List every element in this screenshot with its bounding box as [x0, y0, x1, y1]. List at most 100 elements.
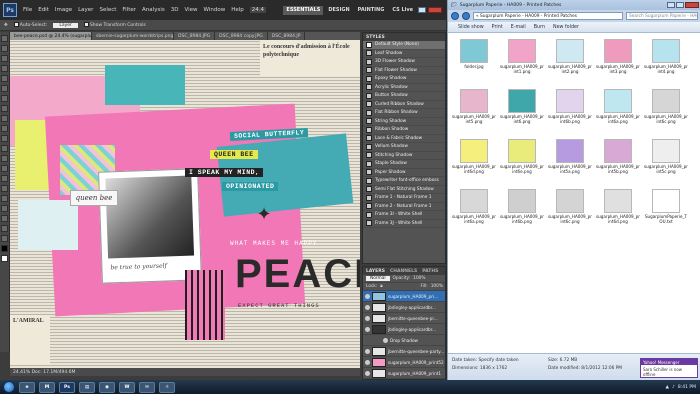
- taskbar-app-photoshop[interactable]: Ps: [59, 381, 75, 393]
- menu-view[interactable]: View: [184, 7, 197, 13]
- taskbar-app-other[interactable]: ☼: [159, 381, 175, 393]
- eye-icon[interactable]: [365, 315, 370, 321]
- lasso-tool-icon[interactable]: [1, 55, 8, 62]
- healing-brush-tool-icon[interactable]: [1, 95, 8, 102]
- layer-row[interactable]: jbdingley-applicardbr...: [363, 302, 445, 313]
- menu-window[interactable]: Window: [204, 7, 226, 13]
- menu-file[interactable]: File: [23, 7, 32, 13]
- tab-layers[interactable]: LAYERS: [366, 269, 385, 274]
- file-item[interactable]: sugarplum_HA009_print6a.png: [596, 89, 640, 124]
- file-item[interactable]: sugarplum_HA009_print6c.png: [548, 189, 592, 224]
- layer-row[interactable]: jbdingley-applicardbr...: [363, 324, 445, 335]
- style-item[interactable]: Button Shadow: [363, 92, 445, 101]
- eye-icon[interactable]: [365, 370, 370, 376]
- menu-3d[interactable]: 3D: [171, 7, 179, 13]
- workspace-essentials[interactable]: ESSENTIALS: [283, 5, 324, 15]
- file-item[interactable]: sugarplum_HA009_print5.png: [452, 89, 496, 124]
- file-item[interactable]: sugarplum_HA009_print6.png: [500, 89, 544, 124]
- file-item[interactable]: sugarplum_HA009_print3.png: [596, 39, 640, 74]
- style-item[interactable]: Lace & Fabric Shadow: [363, 135, 445, 143]
- style-item[interactable]: Frame 1 - Natural Frame 1: [363, 194, 445, 203]
- eraser-tool-icon[interactable]: [1, 135, 8, 142]
- burn-button[interactable]: Burn: [534, 25, 545, 30]
- file-item[interactable]: sugarplum_HA009_print5b.png: [596, 139, 640, 174]
- close-icon[interactable]: [428, 7, 442, 13]
- doc-tab-dsc-8984-copy[interactable]: DSC_8984 copy.JPG: [215, 32, 268, 40]
- file-item[interactable]: sugarplum_HA009_print6b.png: [548, 89, 592, 124]
- taskbar-app-mail[interactable]: ✉: [139, 381, 155, 393]
- shape-tool-icon[interactable]: [1, 205, 8, 212]
- doc-tab-dsc-8984-jp[interactable]: DSC_8984.JP: [268, 32, 306, 40]
- print-button[interactable]: Print: [492, 25, 503, 30]
- menu-analysis[interactable]: Analysis: [142, 7, 165, 13]
- back-arrow-icon[interactable]: [451, 12, 459, 20]
- taskbar-app-word[interactable]: W: [119, 381, 135, 393]
- minimize-icon[interactable]: [418, 7, 426, 13]
- layer-row[interactable]: sugarplum_HA009_print52: [363, 357, 445, 368]
- path-select-tool-icon[interactable]: [1, 195, 8, 202]
- crop-tool-icon[interactable]: [1, 75, 8, 82]
- 3d-rotate-tool-icon[interactable]: [1, 215, 8, 222]
- lock-icon[interactable]: 🔒︎: [380, 284, 382, 289]
- menu-image[interactable]: Image: [55, 7, 72, 13]
- styles-panel-title[interactable]: STYLES: [366, 35, 385, 40]
- menu-help[interactable]: Help: [231, 7, 244, 13]
- messenger-notification[interactable]: Yahoo! Messenger Sara Schiller is now of…: [640, 358, 698, 378]
- file-item[interactable]: sugarplum_HA009_print5a.png: [548, 139, 592, 174]
- style-item[interactable]: Staple Shadow: [363, 160, 445, 169]
- pen-tool-icon[interactable]: [1, 175, 8, 182]
- workspace-painting[interactable]: PAINTING: [355, 6, 388, 15]
- marquee-tool-icon[interactable]: [1, 45, 8, 52]
- style-item[interactable]: Flat Flower Shadow: [363, 67, 445, 75]
- tab-paths[interactable]: PATHS: [422, 269, 438, 274]
- type-tool-icon[interactable]: [1, 185, 8, 192]
- menu-filter[interactable]: Filter: [122, 7, 136, 13]
- eye-icon[interactable]: [365, 326, 370, 332]
- eye-icon[interactable]: [383, 337, 388, 343]
- file-item[interactable]: sugarplum_HA009_print4.png: [644, 39, 688, 74]
- layer-row[interactable]: jbernitte-queenbee-pr...: [363, 313, 445, 324]
- doc-tab-wordstrips[interactable]: sbernie-sugarplum-wordstrips.png: [92, 32, 174, 40]
- eyedropper-tool-icon[interactable]: [1, 85, 8, 92]
- menu-layer[interactable]: Layer: [78, 7, 93, 13]
- eye-icon[interactable]: [365, 348, 370, 354]
- workspace-design[interactable]: DESIGN: [325, 6, 352, 15]
- quick-select-tool-icon[interactable]: [1, 65, 8, 72]
- file-item[interactable]: sugarplum_HA009_print6a.png: [452, 189, 496, 224]
- style-item[interactable]: String Shadow: [363, 118, 445, 126]
- style-item[interactable]: Paper Shadow: [363, 169, 445, 177]
- style-item[interactable]: Flat Ribbon Shadow: [363, 109, 445, 118]
- blend-mode-dropdown[interactable]: Normal: [366, 276, 390, 281]
- taskbar-app-explorer[interactable]: ▤: [79, 381, 95, 393]
- style-item[interactable]: Semi Flat Stitching Shadow: [363, 186, 445, 194]
- style-item[interactable]: Ribbon Shadow: [363, 126, 445, 135]
- eye-icon[interactable]: [365, 304, 370, 310]
- layer-row[interactable]: sugarplum_HA009_pri...: [363, 291, 445, 302]
- taskbar-app-media[interactable]: M: [39, 381, 55, 393]
- auto-select-checkbox[interactable]: Auto-Select:: [13, 22, 47, 28]
- doc-tab-dsc-8984[interactable]: DSC_8984.JPG: [174, 32, 216, 40]
- layer-effect-row[interactable]: Drop Shadow: [363, 335, 445, 346]
- auto-select-dropdown[interactable]: Layer: [53, 22, 78, 28]
- gradient-tool-icon[interactable]: [1, 145, 8, 152]
- zoom-level[interactable]: 24.4: [249, 7, 266, 13]
- eye-icon[interactable]: [365, 359, 370, 365]
- file-item[interactable]: sugarplum_HA009_print6b.png: [500, 189, 544, 224]
- forward-arrow-icon[interactable]: [462, 12, 470, 20]
- history-brush-tool-icon[interactable]: [1, 125, 8, 132]
- style-item[interactable]: Frame 2 - Natural Frame 1: [363, 203, 445, 211]
- file-item[interactable]: sugarplum_HA009_print6c.png: [644, 89, 688, 124]
- layer-row[interactable]: jbernitte-queenbee-party...: [363, 346, 445, 357]
- foreground-color-swatch[interactable]: [1, 245, 8, 252]
- hand-tool-icon[interactable]: [1, 225, 8, 232]
- background-color-swatch[interactable]: [1, 255, 8, 262]
- style-item[interactable]: Epoxy Shadow: [363, 75, 445, 84]
- style-item[interactable]: Curled Ribbon Shadow: [363, 101, 445, 109]
- clock[interactable]: 8:41 PM: [678, 385, 696, 390]
- fill-value[interactable]: 100%: [431, 284, 443, 289]
- zoom-tool-icon[interactable]: [1, 235, 8, 242]
- taskbar-app-chrome[interactable]: ◉: [99, 381, 115, 393]
- style-item[interactable]: Stitching Shadow: [363, 152, 445, 160]
- style-item[interactable]: Frame 3I - White Shell: [363, 211, 445, 220]
- breadcrumb[interactable]: « Sugarplum Paperie - HA009 - Printed Pa…: [473, 12, 623, 20]
